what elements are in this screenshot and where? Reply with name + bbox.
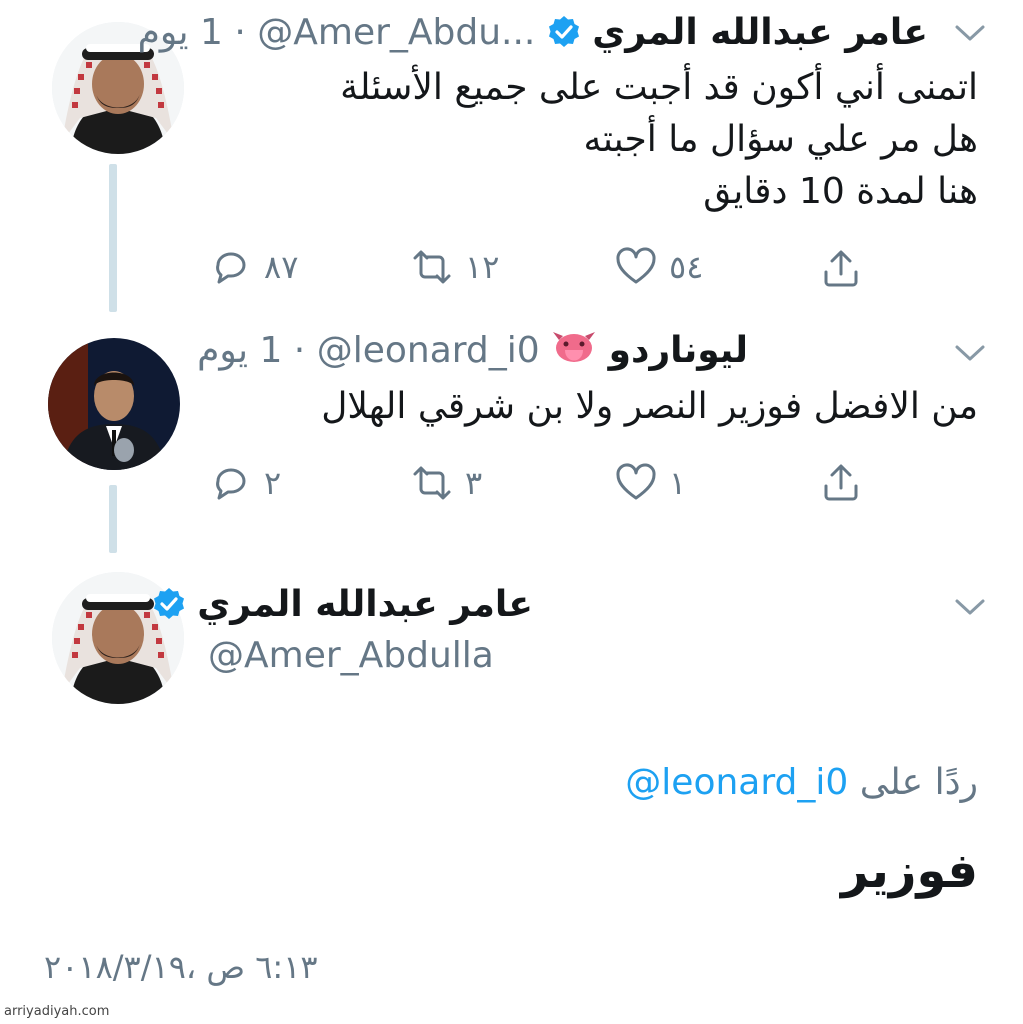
tweet-text-line: من الافضل فوزير النصر ولا بن شرقي الهلال — [321, 386, 978, 427]
retweet-button[interactable]: ٣ — [409, 460, 482, 506]
tweet-text-line: هنا لمدة 10 دقايق — [703, 171, 978, 212]
tweet-time[interactable]: 1 يوم — [197, 330, 282, 371]
like-button[interactable]: ٥٤ — [613, 244, 703, 290]
reply-count: ٢ — [264, 464, 282, 502]
tweet-header: عامر عبدالله المري @Amer_Abdu... · 1 يوم — [138, 10, 928, 56]
main-tweet-text: فوزير — [840, 843, 978, 899]
tweet-header: ليوناردو @leonard_i0 · 1 يوم — [197, 328, 748, 374]
main-tweet-header: عامر عبدالله المري — [152, 582, 533, 628]
verified-icon — [152, 587, 186, 621]
display-name[interactable]: عامر عبدالله المري — [592, 12, 928, 53]
user-handle[interactable]: @Amer_Abdulla — [208, 633, 494, 679]
thread-connector — [109, 164, 117, 312]
share-icon — [818, 460, 864, 506]
reply-icon — [208, 460, 254, 506]
avatar[interactable] — [48, 338, 180, 470]
display-name[interactable]: ليوناردو — [609, 330, 748, 371]
like-count: ٥٤ — [669, 248, 704, 286]
like-button[interactable]: ١ — [613, 460, 686, 506]
reply-button[interactable]: ٨٧ — [208, 244, 298, 290]
separator-dot: · — [222, 12, 258, 53]
retweet-icon — [409, 460, 455, 506]
retweet-count: ٣ — [465, 464, 483, 502]
like-count: ١ — [669, 464, 687, 502]
separator-dot: · — [282, 330, 317, 371]
tweet-time[interactable]: 1 يوم — [138, 12, 223, 53]
user-handle[interactable]: @Amer_Abdu... — [257, 12, 535, 53]
reply-button[interactable]: ٢ — [208, 460, 281, 506]
thread-connector — [109, 485, 117, 553]
share-icon — [818, 246, 864, 292]
verified-icon — [547, 15, 581, 49]
user-handle[interactable]: @leonard_i0 — [317, 330, 540, 371]
chevron-down-icon[interactable] — [953, 342, 987, 364]
chevron-down-icon[interactable] — [953, 22, 987, 44]
tweet-text-line: اتمنى أني أكون قد أجبت على جميع الأسئلة — [340, 67, 978, 108]
reply-to-handle[interactable]: @leonard_i0 — [625, 762, 848, 803]
retweet-count: ١٢ — [465, 248, 500, 286]
display-name[interactable]: عامر عبدالله المري — [197, 584, 533, 625]
tweet-text-line: هل مر علي سؤال ما أجبته — [583, 119, 978, 160]
tweet-timestamp[interactable]: ٦:١٣ ص ،٢٠١٨/٣/١٩ — [44, 945, 318, 989]
retweet-icon — [409, 244, 455, 290]
retweet-button[interactable]: ١٢ — [409, 244, 499, 290]
share-button[interactable] — [818, 460, 864, 506]
like-icon — [613, 244, 659, 290]
reply-to-label: ردًا على — [859, 762, 978, 803]
reply-icon — [208, 244, 254, 290]
reply-count: ٨٧ — [264, 248, 299, 286]
like-icon — [613, 460, 659, 506]
tongue-emoji-icon — [551, 330, 597, 370]
share-button[interactable] — [818, 246, 864, 292]
watermark: arriyadiyah.com — [4, 1004, 110, 1019]
chevron-down-icon[interactable] — [953, 596, 987, 618]
reply-to: ردًا على @leonard_i0 — [625, 760, 978, 806]
